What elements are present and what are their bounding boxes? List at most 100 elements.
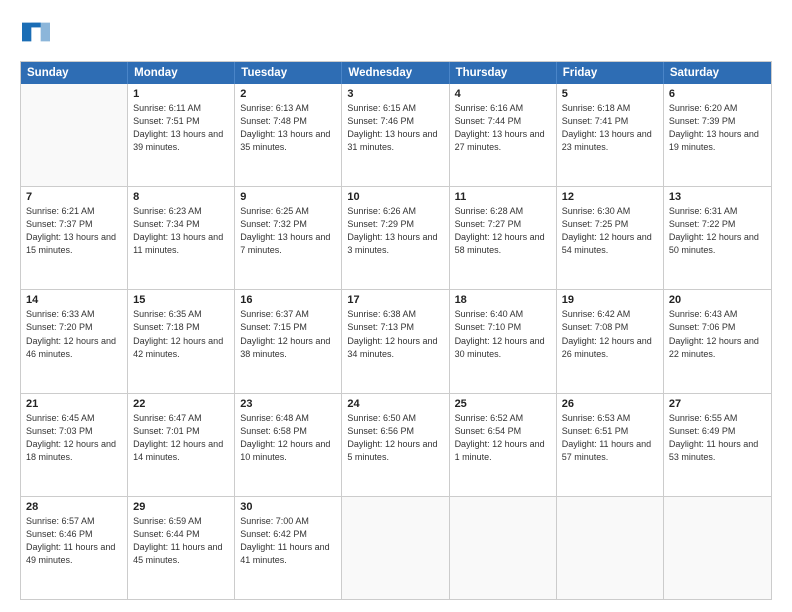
- empty-cell: [450, 497, 557, 599]
- calendar-body: 1 Sunrise: 6:11 AMSunset: 7:51 PMDaylight…: [21, 84, 771, 599]
- day-cell: 27 Sunrise: 6:55 AMSunset: 6:49 PMDayligh…: [664, 394, 771, 496]
- day-cell: 5 Sunrise: 6:18 AMSunset: 7:41 PMDaylight…: [557, 84, 664, 186]
- day-number: 24: [347, 398, 443, 410]
- day-cell: 23 Sunrise: 6:48 AMSunset: 6:58 PMDayligh…: [235, 394, 342, 496]
- calendar-row: 28Sunrise: 6:57 AMSunset: 6:46 PMDayligh…: [21, 497, 771, 599]
- day-number: 23: [240, 398, 336, 410]
- day-info: Sunrise: 6:15 AMSunset: 7:46 PMDaylight:…: [347, 102, 443, 154]
- day-cell: 11 Sunrise: 6:28 AMSunset: 7:27 PMDayligh…: [450, 187, 557, 289]
- calendar-row: 1 Sunrise: 6:11 AMSunset: 7:51 PMDaylight…: [21, 84, 771, 187]
- day-cell: 15 Sunrise: 6:35 AMSunset: 7:18 PMDayligh…: [128, 290, 235, 392]
- day-number: 26: [562, 398, 658, 410]
- day-number: 10: [347, 191, 443, 203]
- day-info: Sunrise: 6:45 AMSunset: 7:03 PMDaylight:…: [26, 412, 122, 464]
- weekday-header: Wednesday: [342, 62, 449, 84]
- day-info: Sunrise: 6:25 AMSunset: 7:32 PMDaylight:…: [240, 205, 336, 257]
- weekday-header: Monday: [128, 62, 235, 84]
- day-info: Sunrise: 6:16 AMSunset: 7:44 PMDaylight:…: [455, 102, 551, 154]
- day-cell: 13Sunrise: 6:31 AMSunset: 7:22 PMDayligh…: [664, 187, 771, 289]
- day-number: 29: [133, 501, 229, 513]
- day-cell: 18Sunrise: 6:40 AMSunset: 7:10 PMDayligh…: [450, 290, 557, 392]
- day-number: 9: [240, 191, 336, 203]
- day-cell: 4 Sunrise: 6:16 AMSunset: 7:44 PMDaylight…: [450, 84, 557, 186]
- day-number: 1: [133, 88, 229, 100]
- calendar-row: 7 Sunrise: 6:21 AMSunset: 7:37 PMDaylight…: [21, 187, 771, 290]
- day-number: 15: [133, 294, 229, 306]
- day-info: Sunrise: 6:50 AMSunset: 6:56 PMDaylight:…: [347, 412, 443, 464]
- day-info: Sunrise: 6:20 AMSunset: 7:39 PMDaylight:…: [669, 102, 766, 154]
- day-cell: 24 Sunrise: 6:50 AMSunset: 6:56 PMDayligh…: [342, 394, 449, 496]
- day-cell: 17 Sunrise: 6:38 AMSunset: 7:13 PMDayligh…: [342, 290, 449, 392]
- day-cell: 10 Sunrise: 6:26 AMSunset: 7:29 PMDayligh…: [342, 187, 449, 289]
- day-cell: 8 Sunrise: 6:23 AMSunset: 7:34 PMDaylight…: [128, 187, 235, 289]
- day-cell: 30 Sunrise: 7:00 AMSunset: 6:42 PMDayligh…: [235, 497, 342, 599]
- day-number: 13: [669, 191, 766, 203]
- day-info: Sunrise: 6:21 AMSunset: 7:37 PMDaylight:…: [26, 205, 122, 257]
- day-number: 8: [133, 191, 229, 203]
- calendar-row: 14Sunrise: 6:33 AMSunset: 7:20 PMDayligh…: [21, 290, 771, 393]
- day-cell: 20 Sunrise: 6:43 AMSunset: 7:06 PMDayligh…: [664, 290, 771, 392]
- day-cell: 22Sunrise: 6:47 AMSunset: 7:01 PMDayligh…: [128, 394, 235, 496]
- day-info: Sunrise: 6:47 AMSunset: 7:01 PMDaylight:…: [133, 412, 229, 464]
- day-info: Sunrise: 6:37 AMSunset: 7:15 PMDaylight:…: [240, 308, 336, 360]
- day-cell: 9 Sunrise: 6:25 AMSunset: 7:32 PMDaylight…: [235, 187, 342, 289]
- day-cell: 14Sunrise: 6:33 AMSunset: 7:20 PMDayligh…: [21, 290, 128, 392]
- day-number: 16: [240, 294, 336, 306]
- day-cell: 16 Sunrise: 6:37 AMSunset: 7:15 PMDayligh…: [235, 290, 342, 392]
- day-number: 25: [455, 398, 551, 410]
- day-number: 19: [562, 294, 658, 306]
- day-number: 4: [455, 88, 551, 100]
- day-number: 14: [26, 294, 122, 306]
- day-info: Sunrise: 6:48 AMSunset: 6:58 PMDaylight:…: [240, 412, 336, 464]
- day-cell: 6Sunrise: 6:20 AMSunset: 7:39 PMDaylight…: [664, 84, 771, 186]
- day-info: Sunrise: 6:30 AMSunset: 7:25 PMDaylight:…: [562, 205, 658, 257]
- day-number: 28: [26, 501, 122, 513]
- day-number: 3: [347, 88, 443, 100]
- day-number: 21: [26, 398, 122, 410]
- logo-icon: [22, 18, 50, 46]
- day-number: 20: [669, 294, 766, 306]
- day-number: 18: [455, 294, 551, 306]
- day-cell: 12 Sunrise: 6:30 AMSunset: 7:25 PMDayligh…: [557, 187, 664, 289]
- day-cell: 21 Sunrise: 6:45 AMSunset: 7:03 PMDayligh…: [21, 394, 128, 496]
- empty-cell: [21, 84, 128, 186]
- calendar: SundayMondayTuesdayWednesdayThursdayFrid…: [20, 61, 772, 600]
- day-info: Sunrise: 6:55 AMSunset: 6:49 PMDaylight:…: [669, 412, 766, 464]
- day-cell: 25 Sunrise: 6:52 AMSunset: 6:54 PMDayligh…: [450, 394, 557, 496]
- empty-cell: [557, 497, 664, 599]
- day-cell: 28Sunrise: 6:57 AMSunset: 6:46 PMDayligh…: [21, 497, 128, 599]
- empty-cell: [664, 497, 771, 599]
- weekday-header: Saturday: [664, 62, 771, 84]
- day-info: Sunrise: 6:28 AMSunset: 7:27 PMDaylight:…: [455, 205, 551, 257]
- day-info: Sunrise: 6:26 AMSunset: 7:29 PMDaylight:…: [347, 205, 443, 257]
- day-info: Sunrise: 6:11 AMSunset: 7:51 PMDaylight:…: [133, 102, 229, 154]
- day-number: 2: [240, 88, 336, 100]
- day-number: 5: [562, 88, 658, 100]
- day-number: 27: [669, 398, 766, 410]
- day-number: 11: [455, 191, 551, 203]
- day-number: 17: [347, 294, 443, 306]
- day-info: Sunrise: 6:38 AMSunset: 7:13 PMDaylight:…: [347, 308, 443, 360]
- day-info: Sunrise: 6:43 AMSunset: 7:06 PMDaylight:…: [669, 308, 766, 360]
- page-header: [20, 18, 772, 51]
- day-number: 30: [240, 501, 336, 513]
- day-info: Sunrise: 6:23 AMSunset: 7:34 PMDaylight:…: [133, 205, 229, 257]
- weekday-header: Thursday: [450, 62, 557, 84]
- weekday-header: Sunday: [21, 62, 128, 84]
- day-cell: 29Sunrise: 6:59 AMSunset: 6:44 PMDayligh…: [128, 497, 235, 599]
- day-info: Sunrise: 6:35 AMSunset: 7:18 PMDaylight:…: [133, 308, 229, 360]
- weekday-header: Friday: [557, 62, 664, 84]
- day-info: Sunrise: 7:00 AMSunset: 6:42 PMDaylight:…: [240, 515, 336, 567]
- day-cell: 26 Sunrise: 6:53 AMSunset: 6:51 PMDayligh…: [557, 394, 664, 496]
- day-info: Sunrise: 6:42 AMSunset: 7:08 PMDaylight:…: [562, 308, 658, 360]
- day-number: 7: [26, 191, 122, 203]
- day-cell: 3 Sunrise: 6:15 AMSunset: 7:46 PMDaylight…: [342, 84, 449, 186]
- day-info: Sunrise: 6:53 AMSunset: 6:51 PMDaylight:…: [562, 412, 658, 464]
- day-info: Sunrise: 6:52 AMSunset: 6:54 PMDaylight:…: [455, 412, 551, 464]
- day-cell: 2Sunrise: 6:13 AMSunset: 7:48 PMDaylight…: [235, 84, 342, 186]
- empty-cell: [342, 497, 449, 599]
- calendar-header: SundayMondayTuesdayWednesdayThursdayFrid…: [21, 62, 771, 84]
- day-number: 12: [562, 191, 658, 203]
- day-info: Sunrise: 6:18 AMSunset: 7:41 PMDaylight:…: [562, 102, 658, 154]
- calendar-row: 21 Sunrise: 6:45 AMSunset: 7:03 PMDayligh…: [21, 394, 771, 497]
